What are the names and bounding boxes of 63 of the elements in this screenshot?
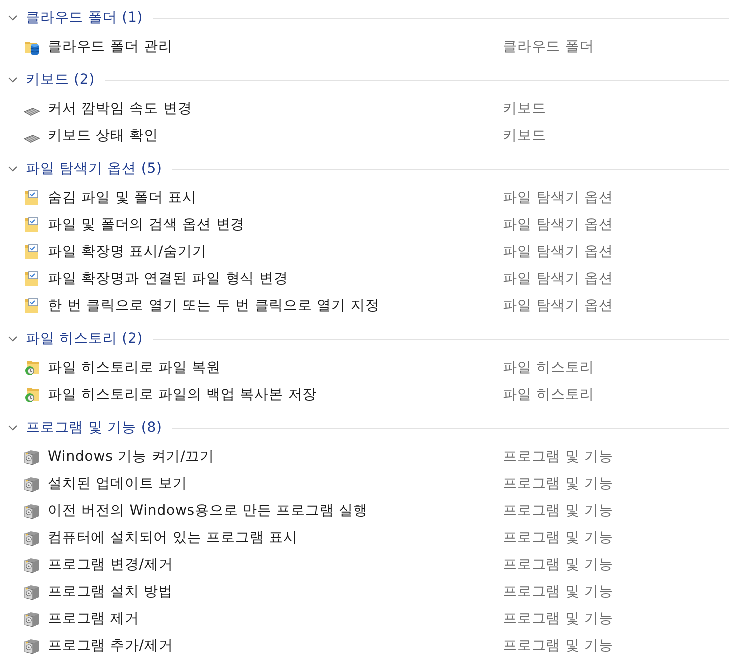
task-link[interactable]: 키보드 상태 확인 bbox=[48, 126, 503, 144]
category-label: 파일 히스토리 bbox=[503, 386, 594, 404]
task-link[interactable]: 커서 깜박임 속도 변경 bbox=[48, 100, 503, 118]
task-link[interactable]: 숨김 파일 및 폴더 표시 bbox=[48, 188, 503, 206]
category-label: 키보드 bbox=[503, 100, 546, 118]
task-link[interactable]: 프로그램 변경/제거 bbox=[48, 556, 503, 574]
task-link[interactable]: 프로그램 추가/제거 bbox=[48, 636, 503, 654]
task-link[interactable]: 프로그램 설치 방법 bbox=[48, 582, 503, 600]
keyboard-icon bbox=[24, 108, 40, 116]
chevron-icon bbox=[8, 166, 18, 172]
software-box-icon bbox=[24, 502, 40, 518]
category-label: 프로그램 및 기능 bbox=[503, 556, 614, 574]
task-link[interactable]: 파일 확장명 표시/숨기기 bbox=[48, 242, 503, 260]
chevron-icon bbox=[8, 77, 18, 83]
category-label: 클라우드 폴더 bbox=[503, 38, 594, 56]
category-label: 키보드 bbox=[503, 126, 546, 144]
category-label: 프로그램 및 기능 bbox=[503, 448, 614, 466]
category-label: 파일 탐색기 옵션 bbox=[503, 270, 614, 288]
category-label: 프로그램 및 기능 bbox=[503, 582, 614, 600]
folder-clock-icon bbox=[24, 386, 40, 402]
folder-checkbox-icon bbox=[24, 244, 40, 260]
software-box-icon bbox=[24, 448, 40, 464]
folder-checkbox-icon bbox=[24, 270, 40, 286]
task-link[interactable]: Windows 기능 켜기/끄기 bbox=[48, 448, 503, 466]
software-box-icon bbox=[24, 610, 40, 626]
group-header[interactable]: 파일 히스토리 (2) bbox=[0, 330, 144, 348]
software-box-icon bbox=[24, 638, 40, 654]
group-header[interactable]: 파일 탐색기 옵션 (5) bbox=[0, 160, 162, 178]
category-label: 파일 탐색기 옵션 bbox=[503, 296, 614, 314]
software-box-icon bbox=[24, 584, 40, 600]
task-link[interactable]: 설치된 업데이트 보기 bbox=[48, 474, 503, 492]
category-label: 파일 히스토리 bbox=[503, 358, 594, 376]
task-link[interactable]: 파일 확장명과 연결된 파일 형식 변경 bbox=[48, 270, 503, 288]
category-label: 프로그램 및 기능 bbox=[503, 502, 614, 520]
task-link[interactable]: 파일 및 폴더의 검색 옵션 변경 bbox=[48, 216, 503, 234]
task-link[interactable]: 파일 히스토리로 파일 복원 bbox=[48, 358, 503, 376]
category-label: 파일 탐색기 옵션 bbox=[503, 242, 614, 260]
task-link[interactable]: 파일 히스토리로 파일의 백업 복사본 저장 bbox=[48, 386, 503, 404]
task-link[interactable]: 프로그램 제거 bbox=[48, 610, 503, 628]
chevron-icon bbox=[8, 336, 18, 342]
task-link[interactable]: 이전 버전의 Windows용으로 만든 프로그램 실행 bbox=[48, 502, 503, 520]
folder-checkbox-icon bbox=[24, 298, 40, 314]
group-header[interactable]: 키보드 (2) bbox=[0, 71, 96, 89]
folder-clock-icon bbox=[24, 360, 40, 376]
software-box-icon bbox=[24, 556, 40, 572]
folder-checkbox-icon bbox=[24, 190, 40, 206]
category-label: 프로그램 및 기능 bbox=[503, 610, 614, 628]
category-label: 파일 탐색기 옵션 bbox=[503, 216, 614, 234]
software-box-icon bbox=[24, 476, 40, 492]
category-label: 프로그램 및 기능 bbox=[503, 528, 614, 546]
category-label: 파일 탐색기 옵션 bbox=[503, 188, 614, 206]
category-label: 프로그램 및 기능 bbox=[503, 636, 614, 654]
group-header[interactable]: 클라우드 폴더 (1) bbox=[0, 9, 144, 27]
task-link[interactable]: 클라우드 폴더 관리 bbox=[48, 38, 503, 56]
software-box-icon bbox=[24, 530, 40, 546]
folder-checkbox-icon bbox=[24, 216, 40, 232]
task-link[interactable]: 컴퓨터에 설치되어 있는 프로그램 표시 bbox=[48, 528, 503, 546]
category-label: 프로그램 및 기능 bbox=[503, 474, 614, 492]
group-header[interactable]: 프로그램 및 기능 (8) bbox=[0, 419, 162, 437]
task-link[interactable]: 한 번 클릭으로 열기 또는 두 번 클릭으로 열기 지정 bbox=[48, 296, 503, 314]
keyboard-icon bbox=[24, 134, 40, 142]
chevron-icon bbox=[8, 15, 18, 21]
chevron-icon bbox=[8, 425, 18, 431]
